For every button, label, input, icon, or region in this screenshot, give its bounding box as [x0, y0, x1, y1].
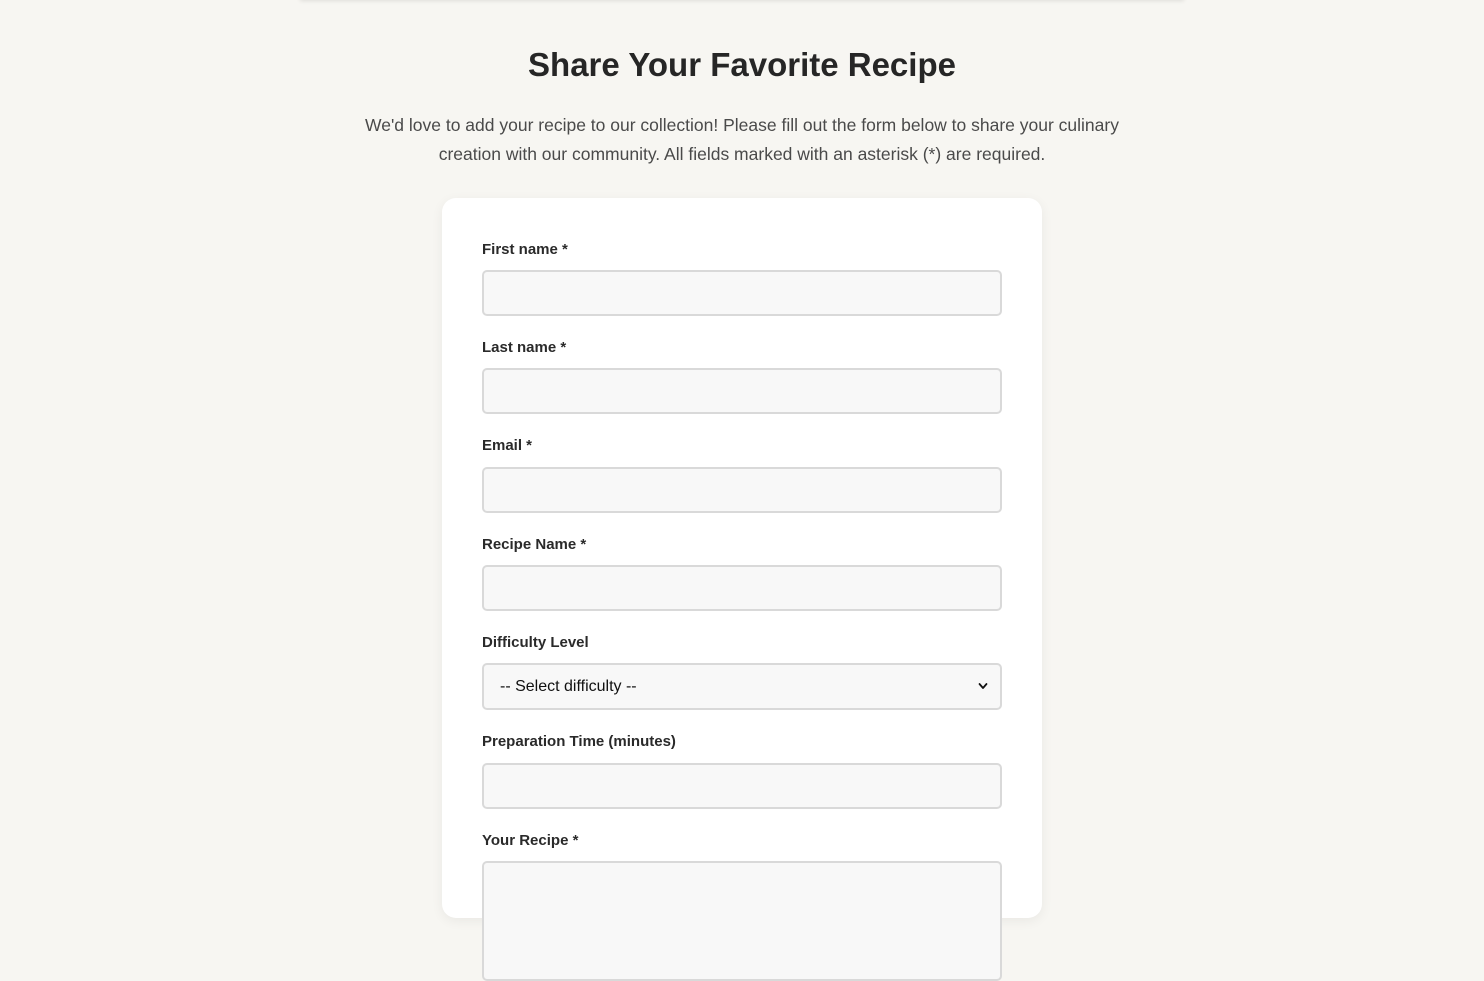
intro-text: We'd love to add your recipe to our coll…	[365, 115, 1119, 164]
difficulty-selected-value: -- Select difficulty --	[500, 678, 637, 695]
page: Share Your Favorite Recipe We'd love to …	[0, 0, 1484, 981]
recipe-textarea[interactable]	[482, 861, 1002, 981]
recipe-name-input[interactable]	[482, 565, 1002, 611]
recipe-name-label: Recipe Name *	[482, 536, 587, 553]
email-input[interactable]	[482, 467, 1002, 513]
difficulty-select[interactable]: -- Select difficulty --	[482, 663, 1002, 710]
first-name-input[interactable]	[482, 270, 1002, 316]
first-name-label: First name *	[482, 241, 568, 258]
last-name-label: Last name *	[482, 339, 567, 356]
recipe-form-card: First name * Last name * Email * Recipe …	[442, 198, 1042, 981]
prep-time-input[interactable]	[482, 763, 1002, 809]
difficulty-label: Difficulty Level	[482, 634, 589, 651]
chevron-down-icon	[978, 683, 988, 689]
recipe-label: Your Recipe *	[482, 832, 579, 849]
email-label: Email *	[482, 437, 533, 454]
page-title: Share Your Favorite Recipe	[528, 46, 956, 83]
last-name-input[interactable]	[482, 368, 1002, 414]
prep-time-label: Preparation Time (minutes)	[482, 733, 676, 750]
